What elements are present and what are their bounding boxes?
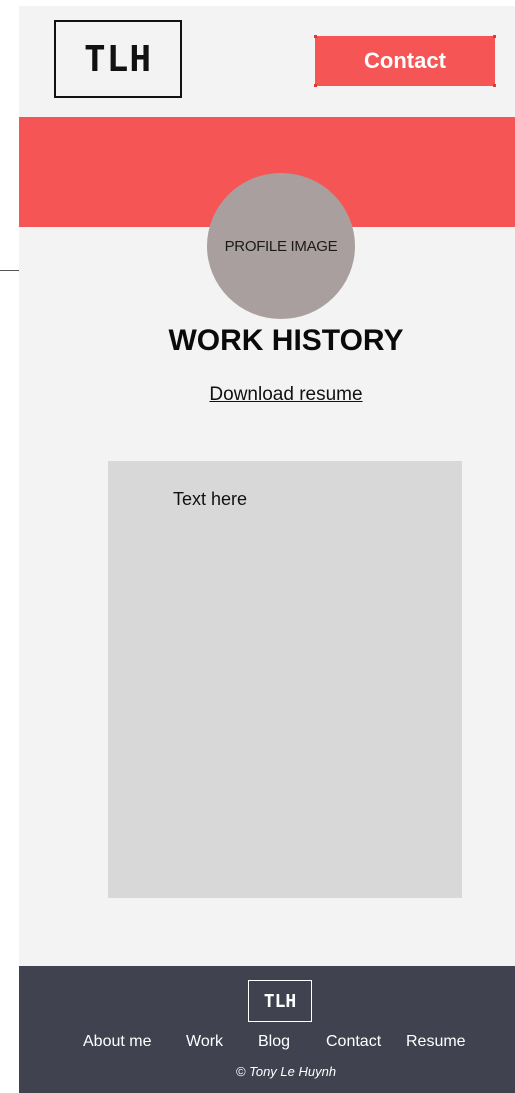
footer-link-about-me[interactable]: About me: [83, 1033, 151, 1051]
selection-handle-bottom-right: [493, 84, 496, 87]
page-artboard: TLH Contact PROFILE IMAGE WORK HISTORY D…: [19, 6, 515, 1093]
logo-text: TLH: [83, 38, 153, 80]
work-history-content: Text here: [108, 461, 462, 898]
footer-nav: About me Work Blog Contact Resume: [19, 1033, 515, 1057]
footer-link-resume[interactable]: Resume: [406, 1033, 466, 1051]
contact-button-label: Contact: [364, 48, 446, 73]
contact-button[interactable]: Contact: [314, 35, 496, 87]
download-resume-link[interactable]: Download resume: [19, 384, 515, 406]
selection-handle-top-right: [493, 35, 496, 38]
footer-logo[interactable]: TLH: [248, 980, 312, 1022]
selection-handle-bottom-left: [314, 84, 317, 87]
page-title: WORK HISTORY: [168, 324, 404, 357]
footer-logo-text: TLH: [263, 990, 297, 1012]
profile-image-label: PROFILE IMAGE: [224, 237, 338, 255]
footer-link-work[interactable]: Work: [186, 1033, 223, 1051]
copyright-text: © Tony Le Huynh: [235, 1064, 337, 1079]
content-placeholder-text: Text here: [173, 489, 248, 509]
selection-handle-top-left: [314, 35, 317, 38]
footer-link-blog[interactable]: Blog: [258, 1033, 290, 1051]
footer: TLH About me Work Blog Contact Resume © …: [19, 966, 515, 1093]
side-divider-line: [0, 270, 19, 271]
profile-image: PROFILE IMAGE: [207, 173, 355, 319]
footer-link-contact[interactable]: Contact: [326, 1033, 381, 1051]
site-logo[interactable]: TLH: [54, 20, 182, 98]
